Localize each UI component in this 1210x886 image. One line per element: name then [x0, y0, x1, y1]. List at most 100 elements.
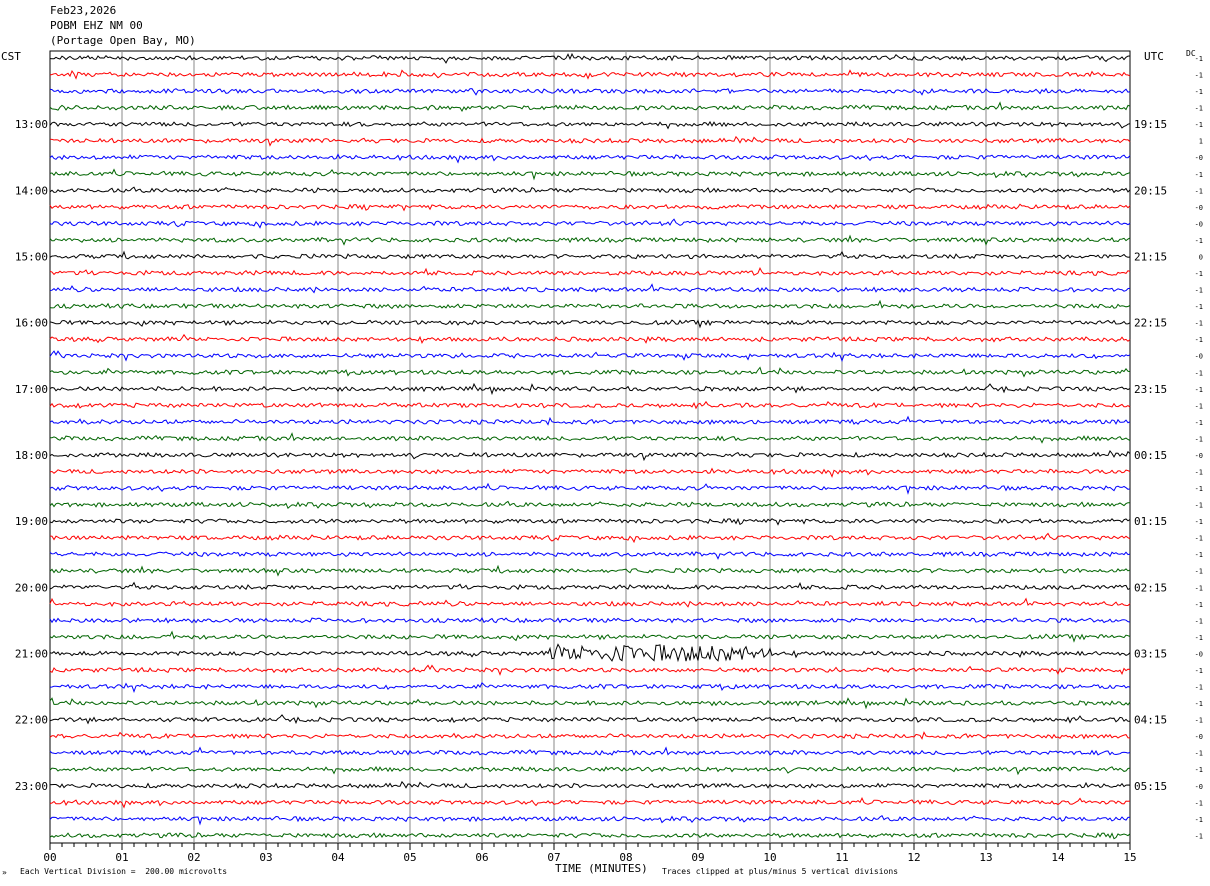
cst-hour-label: 18:00 [15, 449, 48, 462]
x-tick-label: 13 [979, 851, 992, 864]
dc-offset-label: -1 [1195, 667, 1203, 675]
dc-offset-label: -1 [1195, 832, 1203, 840]
dc-offset-label: -1 [1195, 121, 1203, 129]
x-tick-label: 02 [187, 851, 200, 864]
utc-hour-label: 05:15 [1134, 780, 1167, 793]
dc-offset-label: -1 [1195, 469, 1203, 477]
seismic-trace [49, 350, 1131, 363]
dc-offset-label: -1 [1195, 369, 1203, 377]
seismic-trace [49, 765, 1131, 776]
dc-offset-label: -1 [1195, 750, 1203, 758]
seismic-trace [49, 746, 1131, 756]
utc-hour-label: 23:15 [1134, 383, 1167, 396]
dc-offset-label: -1 [1195, 287, 1203, 295]
seismic-trace [49, 697, 1131, 710]
seismic-trace [49, 186, 1131, 194]
x-tick-label: 06 [475, 851, 488, 864]
dc-offset-label: -1 [1195, 336, 1203, 344]
seismic-trace [49, 664, 1131, 676]
utc-hour-label: 02:15 [1134, 581, 1167, 594]
dc-offset-label: -1 [1195, 766, 1203, 774]
seismic-trace [50, 432, 1131, 444]
seismic-trace [49, 218, 1131, 229]
dc-offset-label: -0 [1195, 733, 1203, 741]
dc-offset-label: -1 [1195, 303, 1203, 311]
cst-hour-label: 13:00 [15, 118, 48, 131]
cst-hour-label: 21:00 [15, 647, 48, 660]
seismic-trace [49, 319, 1131, 329]
seismic-trace [49, 832, 1131, 840]
x-tick-label: 03 [259, 851, 272, 864]
dc-offset-label: -1 [1195, 435, 1203, 443]
cst-hour-label: 17:00 [15, 383, 48, 396]
dc-offset-label: -1 [1195, 402, 1203, 410]
dc-offset-label: -0 [1195, 452, 1203, 460]
dc-offset-label: -1 [1195, 237, 1203, 245]
dc-offset-label: 0 [1199, 253, 1203, 261]
cst-hour-label: 19:00 [15, 515, 48, 528]
x-tick-label: 05 [403, 851, 416, 864]
utc-hour-label: 00:15 [1134, 449, 1167, 462]
seismic-trace [49, 234, 1131, 246]
seismic-trace [49, 482, 1131, 495]
dc-offset-label: -1 [1195, 535, 1203, 543]
dc-offset-label: -1 [1195, 502, 1203, 510]
seismic-trace [49, 681, 1131, 693]
seismic-trace [49, 581, 1131, 591]
seismic-trace [49, 69, 1131, 80]
dc-offset-label: -1 [1195, 700, 1203, 708]
seismic-trace [49, 532, 1131, 544]
cst-hour-label: 23:00 [15, 780, 48, 793]
cst-hour-label: 22:00 [15, 714, 48, 727]
cst-hour-label: 14:00 [15, 184, 48, 197]
seismic-trace [49, 120, 1131, 130]
utc-hour-label: 03:15 [1134, 647, 1167, 660]
dc-offset-label: -1 [1195, 601, 1203, 609]
x-axis-title: TIME (MINUTES) [555, 862, 648, 875]
x-tick-label: 00 [43, 851, 56, 864]
dc-offset-label: -1 [1195, 584, 1203, 592]
utc-hour-label: 04:15 [1134, 714, 1167, 727]
dc-offset-label: -1 [1195, 187, 1203, 195]
seismic-trace [49, 714, 1130, 725]
seismic-trace [49, 168, 1131, 181]
plot-frame [49, 50, 1131, 844]
seismic-trace [49, 267, 1131, 277]
dc-offset-label: 1 [1199, 138, 1203, 146]
seismic-trace [49, 814, 1131, 826]
seismic-trace [49, 203, 1131, 212]
cst-hour-label: 16:00 [15, 317, 48, 330]
seismic-trace [49, 283, 1131, 294]
seismic-trace [49, 333, 1131, 344]
seismic-trace [49, 250, 1131, 260]
dc-offset-label: -1 [1195, 72, 1203, 80]
dc-offset-label: -1 [1195, 419, 1203, 427]
dc-offset-label: -1 [1195, 717, 1203, 725]
seismic-trace [49, 400, 1131, 410]
seismic-trace [49, 797, 1131, 809]
seismic-trace [49, 616, 1131, 624]
x-tick-label: 09 [691, 851, 704, 864]
x-tick-label: 14 [1051, 851, 1065, 864]
seismic-trace [49, 630, 1131, 643]
dc-offset-label: -1 [1195, 551, 1203, 559]
seismic-trace [49, 52, 1131, 64]
seismic-trace [49, 597, 1131, 608]
division-note: Each Vertical Division = 200.00 microvol… [20, 867, 228, 876]
dc-offset-label: -1 [1195, 88, 1203, 96]
dc-offset-label: -1 [1195, 568, 1203, 576]
seismic-trace [49, 299, 1131, 310]
x-tick-label: 04 [331, 851, 345, 864]
x-tick-label: 12 [907, 851, 920, 864]
dc-offset-label: -0 [1195, 353, 1203, 361]
dc-offset-label: -1 [1195, 270, 1203, 278]
dc-offset-label: -1 [1195, 684, 1203, 692]
dc-offset-label: -0 [1195, 650, 1203, 658]
seismic-trace [49, 551, 1131, 560]
seismic-trace [49, 101, 1131, 113]
corner-mark: » [2, 868, 7, 877]
seismic-trace [49, 467, 1131, 478]
dc-offset-label: -0 [1195, 783, 1203, 791]
x-tick-label: 10 [763, 851, 776, 864]
seismic-trace [49, 731, 1131, 740]
